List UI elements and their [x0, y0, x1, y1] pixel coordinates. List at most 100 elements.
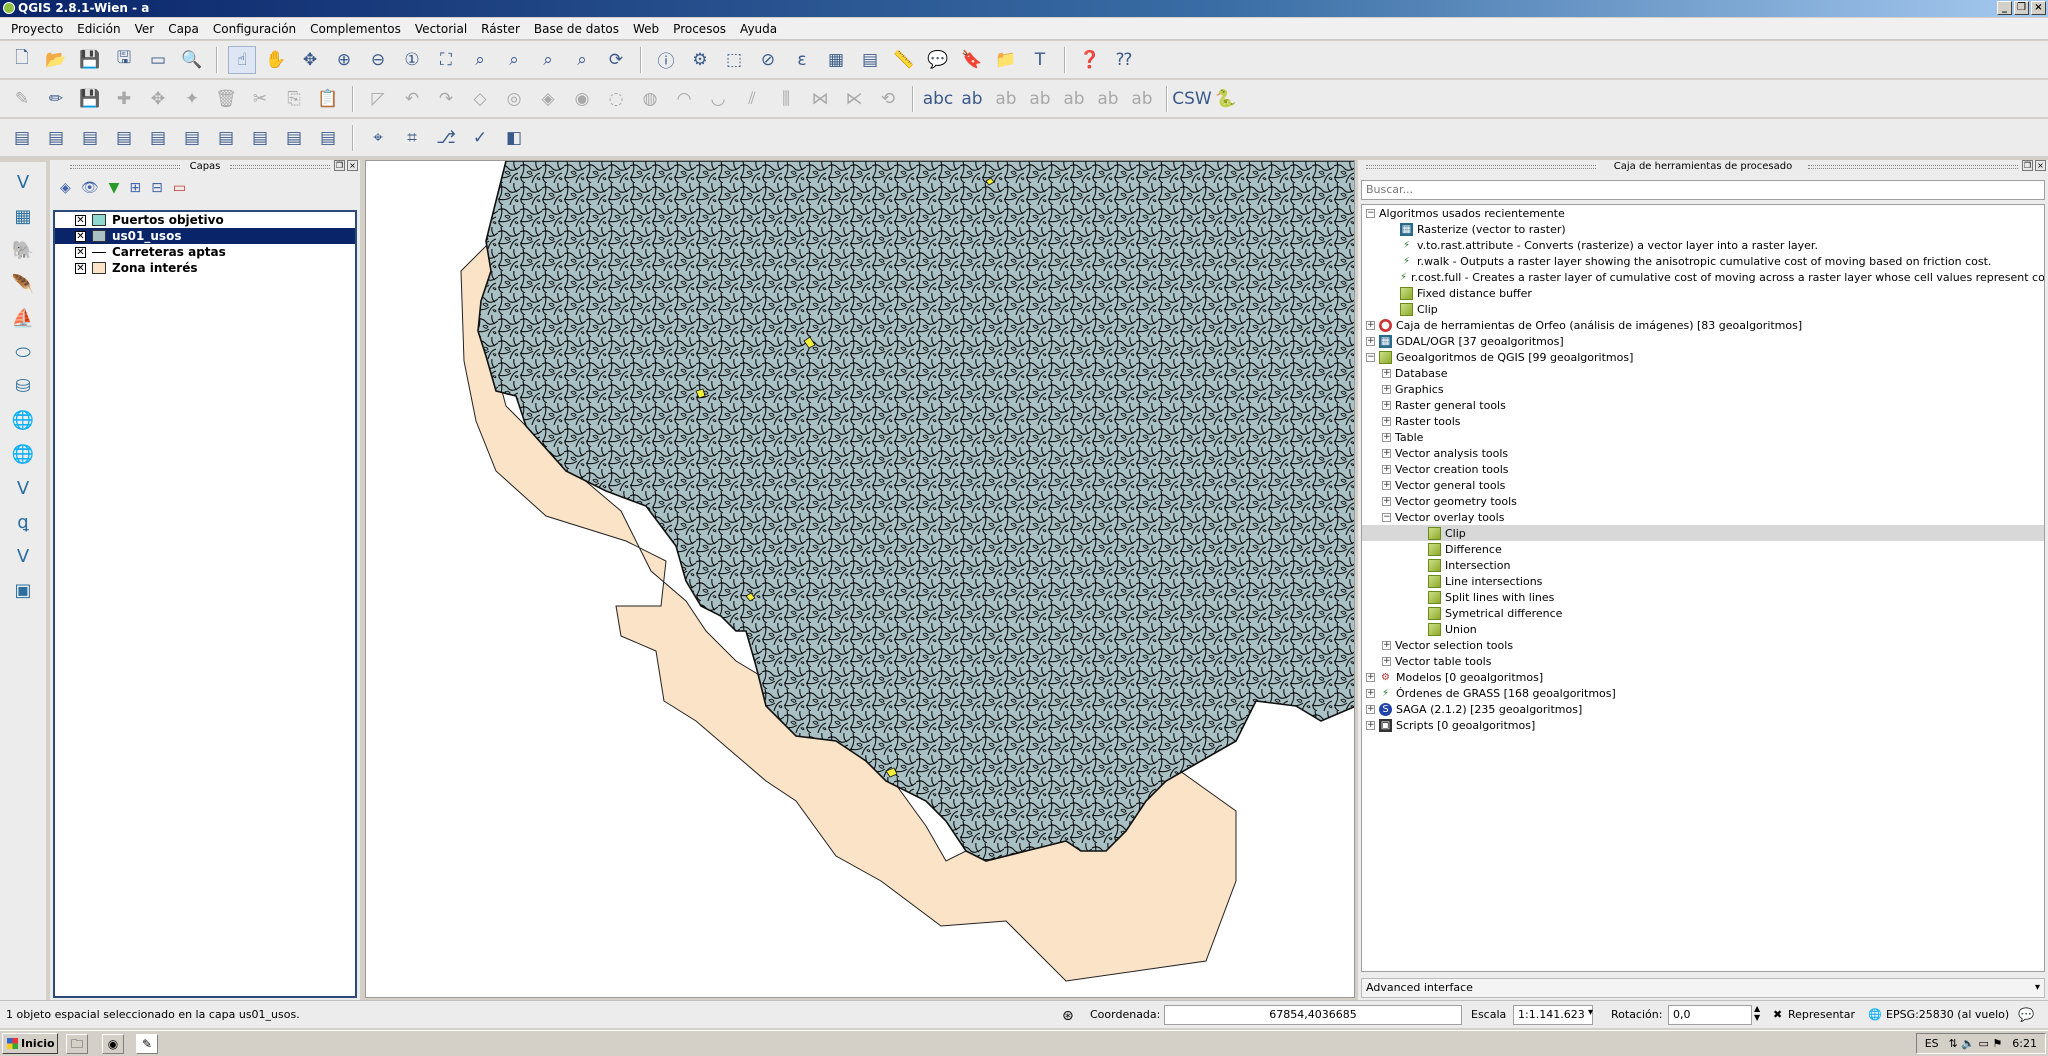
expand-icon[interactable]: + [1382, 640, 1391, 650]
crs-status[interactable]: EPSG:25830 (al vuelo) [1886, 1008, 2009, 1021]
add-spatialite-layer-icon[interactable]: 🪶 [9, 270, 37, 298]
filter-legend-icon[interactable]: ▼ [109, 180, 120, 196]
menu-complementos[interactable]: Complementos [303, 22, 408, 36]
menu-capa[interactable]: Capa [161, 22, 206, 36]
split-features-icon[interactable]: ⫽ [738, 85, 766, 113]
grass-tool-5-icon[interactable]: ▤ [144, 124, 172, 152]
tree-item[interactable]: − Algoritmos usados recientemente [1362, 205, 2044, 221]
layer-list[interactable]: ✕ Puertos objetivo ✕ us01_usos ✕ Carrete… [53, 210, 357, 998]
coordinate-field[interactable]: 67854,4036685 [1164, 1005, 1462, 1025]
field-calculator-icon[interactable]: ε [788, 46, 816, 74]
messages-icon[interactable]: 💬 [2018, 1008, 2034, 1023]
restore-button[interactable]: ❐ [2014, 1, 2029, 15]
tree-item[interactable]: + Vector geometry tools [1362, 493, 2044, 509]
menu-edicion[interactable]: Edición [70, 22, 127, 36]
composer-manager-icon[interactable]: 🔍 [178, 46, 206, 74]
add-raster-layer-icon[interactable]: ▦ [9, 202, 37, 230]
explorer-quicklaunch-icon[interactable]: 🗀 [66, 1034, 88, 1054]
crs-globe-icon[interactable]: 🌐 [1868, 1008, 1882, 1021]
expand-icon[interactable]: + [1366, 672, 1375, 682]
add-db2-layer-icon[interactable]: ⛁ [9, 372, 37, 400]
tree-item[interactable]: Clip [1362, 301, 2044, 317]
zoom-to-selection-icon[interactable]: ⌕ [466, 46, 494, 74]
layer-row[interactable]: ✕ Carreteras aptas [55, 244, 355, 260]
copy-features-icon[interactable]: ⎘ [280, 85, 308, 113]
menu-proyecto[interactable]: Proyecto [4, 22, 70, 36]
expand-icon[interactable]: + [1382, 416, 1391, 426]
select-features-icon[interactable]: ⬚ [720, 46, 748, 74]
layer-checkbox[interactable]: ✕ [75, 214, 86, 226]
action-icon[interactable]: ⚙ [686, 46, 714, 74]
merge-attributes-icon[interactable]: ⋉ [840, 85, 868, 113]
expand-icon[interactable]: + [1366, 688, 1375, 698]
identify-icon[interactable]: ⓘ [652, 46, 680, 74]
menu-procesos[interactable]: Procesos [666, 22, 733, 36]
expand-icon[interactable]: + [1382, 400, 1391, 410]
tree-item[interactable]: + Vector table tools [1362, 653, 2044, 669]
layer-row[interactable]: ✕ Zona interés [55, 260, 355, 276]
close-toolbox-icon[interactable]: × [2035, 160, 2046, 171]
tree-item[interactable]: − Geoalgoritmos de QGIS [99 geoalgoritmos… [1362, 349, 2044, 365]
new-temp-layer-icon[interactable]: ▣ [9, 576, 37, 604]
grass-tool-10-icon[interactable]: ▤ [314, 124, 342, 152]
toolbox-search-input[interactable]: Buscar... [1361, 180, 2045, 200]
node-tool-icon[interactable]: ✦ [178, 85, 206, 113]
tree-item[interactable]: ▦ Rasterize (vector to raster) [1362, 221, 2044, 237]
collapse-all-icon[interactable]: ⊟ [151, 180, 163, 196]
paste-features-icon[interactable]: 📋 [314, 85, 342, 113]
menu-raster[interactable]: Ráster [474, 22, 527, 36]
open-project-icon[interactable]: 📂 [42, 46, 70, 74]
grass-tool-1-icon[interactable]: ▤ [8, 124, 36, 152]
collapse-icon[interactable]: − [1366, 352, 1375, 362]
map-canvas[interactable] [365, 160, 1355, 998]
add-oracle-layer-icon[interactable]: ⬭ [9, 338, 37, 366]
tree-item[interactable]: + Table [1362, 429, 2044, 445]
menu-web[interactable]: Web [626, 22, 666, 36]
csw-icon[interactable]: CSW [1172, 85, 1211, 113]
start-button[interactable]: Inicio [2, 1033, 58, 1054]
grass-tool-3-icon[interactable]: ▤ [76, 124, 104, 152]
whats-this-icon[interactable]: ⁇ [1110, 46, 1138, 74]
show-bookmarks-icon[interactable]: 📁 [992, 46, 1020, 74]
pin-labels-icon[interactable]: ab [992, 85, 1020, 113]
expand-all-icon[interactable]: ⊞ [129, 180, 141, 196]
render-checkbox[interactable]: ✖ [1773, 1008, 1782, 1021]
new-project-icon[interactable]: 🗋 [8, 46, 36, 74]
reshape-icon[interactable]: ◠ [670, 85, 698, 113]
pan-select-icon[interactable]: ☝ [228, 45, 256, 74]
toggle-editing-icon[interactable]: ✏ [42, 85, 70, 113]
tree-item[interactable]: + Vector creation tools [1362, 461, 2044, 477]
current-edits-icon[interactable]: ✎ [8, 85, 36, 113]
tree-item[interactable]: ⚡ r.walk - Outputs a raster layer showing… [1362, 253, 2044, 269]
tree-item[interactable]: Union [1362, 621, 2044, 637]
layer-row[interactable]: ✕ Puertos objetivo [55, 212, 355, 228]
layer-checkbox[interactable]: ✕ [75, 246, 86, 258]
tree-item[interactable]: + Vector analysis tools [1362, 445, 2044, 461]
visibility-icon[interactable]: 👁 [81, 180, 99, 196]
menu-base-de-datos[interactable]: Base de datos [527, 22, 626, 36]
zoom-native-icon[interactable]: ① [398, 46, 426, 74]
add-mssql-layer-icon[interactable]: ⛵ [9, 304, 37, 332]
offset-curve-icon[interactable]: ◡ [704, 85, 732, 113]
redo-icon[interactable]: ↷ [432, 85, 460, 113]
label-tool-icon[interactable]: abc [923, 85, 954, 113]
tree-item[interactable]: + ● Caja de herramientas de Orfeo (análisi… [1362, 317, 2044, 333]
tree-item[interactable]: ⚡ v.to.rast.attribute - Converts (rasteri… [1362, 237, 2044, 253]
save-project-icon[interactable]: 💾 [76, 46, 104, 74]
statistics-icon[interactable]: ▤ [856, 46, 884, 74]
attribute-table-icon[interactable]: ▦ [822, 46, 850, 74]
grass-tool-4-icon[interactable]: ▤ [110, 124, 138, 152]
expand-icon[interactable]: + [1382, 448, 1391, 458]
heatmap-icon[interactable]: ◧ [500, 124, 528, 152]
rotation-spin-icon[interactable]: ▲ ▼ [1754, 1004, 1760, 1022]
split-parts-icon[interactable]: ⫼ [772, 85, 800, 113]
expand-icon[interactable]: + [1382, 480, 1391, 490]
move-feature-icon[interactable]: ✥ [144, 85, 172, 113]
tree-item[interactable]: Clip [1362, 525, 2044, 541]
menu-vectorial[interactable]: Vectorial [408, 22, 474, 36]
show-hide-labels-icon[interactable]: ab [1026, 85, 1054, 113]
expand-icon[interactable]: + [1366, 336, 1375, 346]
new-shapefile-icon[interactable]: V [9, 542, 37, 570]
new-bookmark-icon[interactable]: 🔖 [958, 46, 986, 74]
tree-item[interactable]: + ▦ GDAL/OGR [37 geoalgoritmos] [1362, 333, 2044, 349]
